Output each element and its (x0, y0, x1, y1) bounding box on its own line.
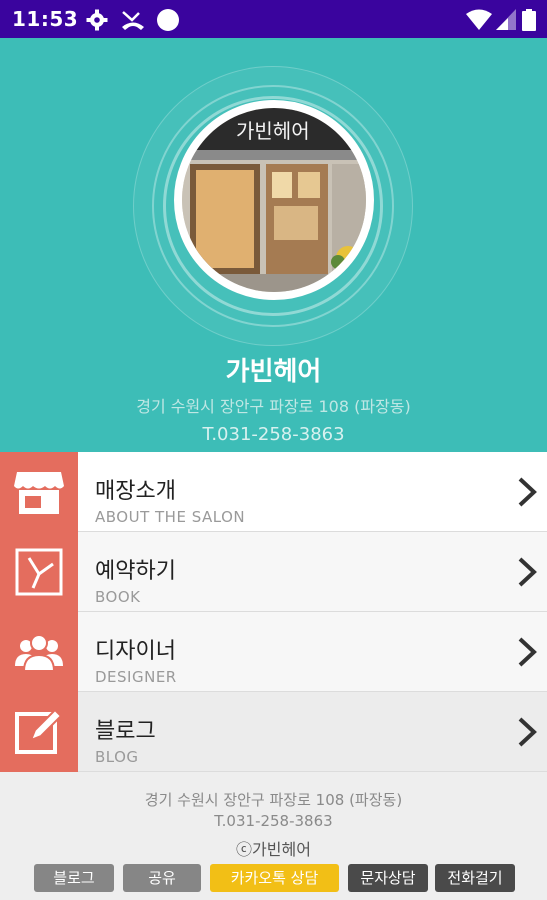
salon-photo: 가빈헤어 (174, 100, 374, 300)
salon-address: 경기 수원시 장안구 파장로 108 (파장동) (136, 397, 411, 416)
menu-item-title: 블로그 (95, 719, 156, 744)
menu-icon-box (0, 532, 78, 612)
people-icon (15, 634, 63, 672)
menu-item-book[interactable]: 예약하기 BOOK (0, 532, 547, 612)
sms-consult-button[interactable]: 문자상담 (348, 864, 428, 892)
kakao-consult-button[interactable]: 카카오톡 상담 (210, 864, 339, 892)
salon-name: 가빈헤어 (225, 357, 322, 387)
salon-header: 가빈헤어 가빈헤어 경기 수원시 장안구 파장로 108 (파장동) T.031… (0, 38, 547, 452)
menu-item-subtitle: ABOUT THE SALON (95, 508, 246, 526)
chevron-right-icon (518, 477, 537, 507)
salon-phone[interactable]: T.031-258-3863 (0, 424, 547, 445)
storefront-sign-text: 가빈헤어 (236, 119, 310, 143)
chevron-right-icon (518, 637, 537, 667)
battery-icon (522, 9, 536, 31)
menu-item-title: 예약하기 (95, 559, 176, 584)
clock-icon (15, 548, 63, 596)
blog-button[interactable]: 블로그 (34, 864, 114, 892)
menu-item-subtitle: BLOG (95, 748, 139, 766)
menu-item-title: 디자이너 (95, 639, 176, 664)
chevron-right-icon (518, 557, 537, 587)
menu-icon-box (0, 452, 78, 532)
salon-storefront-image: 가빈헤어 (182, 108, 366, 292)
store-icon (14, 472, 64, 514)
chevron-right-icon (518, 717, 537, 747)
menu-item-blog[interactable]: 블로그 BLOG (0, 692, 547, 772)
circle-icon (157, 9, 179, 31)
footer-address: 경기 수원시 장안구 파장로 108 (파장동) (144, 791, 403, 809)
menu-item-subtitle: BOOK (95, 588, 141, 606)
footer-phone: T.031-258-3863 (214, 812, 333, 830)
edit-icon (15, 708, 63, 754)
menu-item-about[interactable]: 매장소개 ABOUT THE SALON (0, 452, 547, 532)
menu-icon-box (0, 612, 78, 692)
signal-icon (496, 9, 516, 30)
gear-icon (86, 9, 108, 31)
missed-call-icon (122, 11, 144, 30)
menu-item-designer[interactable]: 디자이너 DESIGNER (0, 612, 547, 692)
share-button[interactable]: 공유 (123, 864, 201, 892)
menu-item-subtitle: DESIGNER (95, 668, 177, 686)
footer-copyright: ⓒ가빈헤어 (236, 840, 311, 859)
status-bar: 11:53 (0, 0, 547, 38)
footer: 경기 수원시 장안구 파장로 108 (파장동) T.031-258-3863 … (0, 772, 547, 900)
status-time: 11:53 (12, 7, 79, 31)
menu-icon-box (0, 692, 78, 772)
call-button[interactable]: 전화걸기 (435, 864, 515, 892)
menu-item-title: 매장소개 (95, 479, 176, 504)
wifi-icon (466, 9, 492, 30)
